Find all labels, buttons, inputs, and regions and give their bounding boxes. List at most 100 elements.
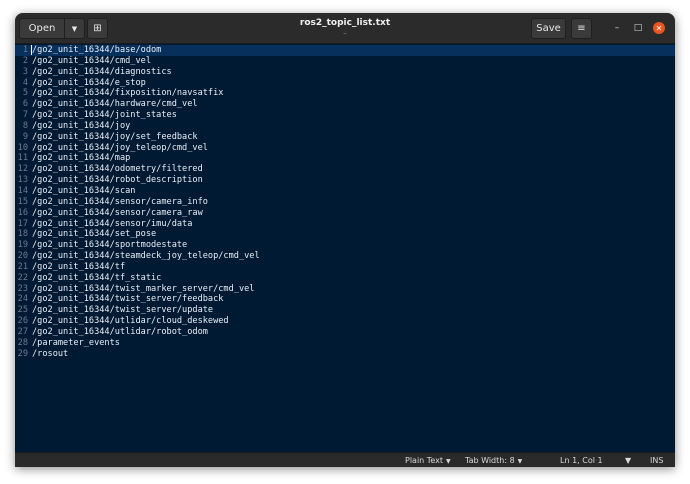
- header-bar: Open ▼ ⊞ ros2_topic_list.txt _ Save ≡ – …: [15, 13, 675, 44]
- line-text: /go2_unit_16344/sensor/camera_raw: [32, 207, 203, 218]
- text-line[interactable]: 14/go2_unit_16344/scan: [15, 186, 675, 197]
- tab-width-selector[interactable]: Tab Width: 8 ▼: [465, 455, 522, 467]
- text-line[interactable]: 4/go2_unit_16344/e_stop: [15, 78, 675, 89]
- line-number: 6: [22, 99, 28, 110]
- text-line[interactable]: 24/go2_unit_16344/twist_server/feedback: [15, 294, 675, 305]
- line-number: 26: [17, 316, 28, 327]
- line-text: /go2_unit_16344/sensor/imu/data: [32, 218, 193, 229]
- line-number: 14: [17, 185, 28, 196]
- status-bar: Plain Text ▼ Tab Width: 8 ▼ Ln 1, Col 1 ▼ …: [15, 452, 675, 467]
- position-dropdown-icon[interactable]: ▼: [625, 455, 631, 466]
- line-number: 10: [17, 142, 28, 153]
- line-text: /go2_unit_16344/map: [32, 153, 131, 164]
- text-lines[interactable]: 1/go2_unit_16344/base/odom 2/go2_unit_163…: [15, 45, 675, 359]
- text-line[interactable]: 6/go2_unit_16344/hardware/cmd_vel: [15, 99, 675, 110]
- line-text: /go2_unit_16344/odometry/filtered: [32, 164, 203, 175]
- line-text: /go2_unit_16344/twist_server/update: [32, 305, 214, 316]
- line-text: /go2_unit_16344/fixposition/navsatfix: [32, 88, 224, 99]
- line-text: /go2_unit_16344/joy: [32, 120, 131, 131]
- line-text: /go2_unit_16344/joy/set_feedback: [32, 131, 198, 142]
- text-line[interactable]: 26/go2_unit_16344/utlidar/cloud_deskewed: [15, 316, 675, 327]
- text-line[interactable]: 11/go2_unit_16344/map: [15, 153, 675, 164]
- line-number: 8: [22, 120, 28, 131]
- text-line[interactable]: 29/rosout: [15, 349, 675, 360]
- line-text: /go2_unit_16344/diagnostics: [32, 66, 172, 77]
- text-line[interactable]: 2/go2_unit_16344/cmd_vel: [15, 56, 675, 67]
- open-button[interactable]: Open: [19, 18, 65, 39]
- line-number: 22: [17, 272, 28, 283]
- hamburger-menu-icon[interactable]: ≡: [571, 18, 592, 39]
- text-line[interactable]: 21/go2_unit_16344/tf: [15, 262, 675, 273]
- line-text: /go2_unit_16344/twist_server/feedback: [32, 294, 224, 305]
- line-text: /go2_unit_16344/base/odom: [32, 45, 162, 55]
- text-line[interactable]: 7/go2_unit_16344/joint_states: [15, 110, 675, 121]
- text-line[interactable]: 16/go2_unit_16344/sensor/camera_raw: [15, 208, 675, 219]
- text-line[interactable]: 27/go2_unit_16344/utlidar/robot_odom: [15, 327, 675, 338]
- close-icon[interactable]: ✕: [653, 22, 665, 34]
- chevron-down-icon: ▼: [517, 458, 523, 465]
- maximize-icon[interactable]: □: [632, 22, 644, 34]
- line-text: /go2_unit_16344/set_pose: [32, 229, 157, 240]
- line-text: /go2_unit_16344/steamdeck_joy_teleop/cmd…: [32, 251, 260, 262]
- gedit-window: Open ▼ ⊞ ros2_topic_list.txt _ Save ≡ – …: [15, 13, 675, 467]
- line-text: /go2_unit_16344/sportmodestate: [32, 240, 188, 251]
- line-number: 11: [17, 153, 28, 164]
- language-selector[interactable]: Plain Text ▼: [405, 455, 451, 467]
- text-line[interactable]: 23/go2_unit_16344/twist_marker_server/cm…: [15, 284, 675, 295]
- line-number: 2: [22, 55, 28, 66]
- line-text: /go2_unit_16344/tf_static: [32, 272, 162, 283]
- text-line[interactable]: 19/go2_unit_16344/sportmodestate: [15, 240, 675, 251]
- line-number: 28: [17, 337, 28, 348]
- insert-mode-indicator: INS: [650, 456, 664, 465]
- line-number: 13: [17, 175, 28, 186]
- text-editor-area[interactable]: 1/go2_unit_16344/base/odom 2/go2_unit_163…: [15, 44, 675, 452]
- text-line[interactable]: 17/go2_unit_16344/sensor/imu/data: [15, 219, 675, 230]
- minimize-icon[interactable]: –: [611, 22, 623, 34]
- line-number: 1: [22, 45, 28, 55]
- text-line[interactable]: 5/go2_unit_16344/fixposition/navsatfix: [15, 88, 675, 99]
- text-line[interactable]: 13/go2_unit_16344/robot_description: [15, 175, 675, 186]
- line-number: 12: [17, 164, 28, 175]
- line-text: /go2_unit_16344/cmd_vel: [32, 55, 151, 66]
- line-text: /go2_unit_16344/utlidar/cloud_deskewed: [32, 316, 229, 327]
- save-button[interactable]: Save: [531, 18, 566, 39]
- line-text: /go2_unit_16344/robot_description: [32, 175, 203, 186]
- line-text: /rosout: [32, 348, 69, 359]
- line-number: 7: [22, 110, 28, 121]
- line-number: 21: [17, 261, 28, 272]
- text-cursor: [31, 45, 32, 55]
- cursor-position[interactable]: Ln 1, Col 1: [560, 455, 603, 466]
- line-number: 5: [22, 88, 28, 99]
- text-line[interactable]: 3/go2_unit_16344/diagnostics: [15, 67, 675, 78]
- text-line[interactable]: 9/go2_unit_16344/joy/set_feedback: [15, 132, 675, 143]
- open-dropdown-button[interactable]: ▼: [64, 18, 85, 39]
- line-text: /go2_unit_16344/hardware/cmd_vel: [32, 99, 198, 110]
- line-text: /go2_unit_16344/utlidar/robot_odom: [32, 326, 208, 337]
- line-number: 23: [17, 283, 28, 294]
- tab-width-label: Tab Width: 8: [465, 456, 515, 465]
- line-number: 25: [17, 305, 28, 316]
- line-number: 17: [17, 218, 28, 229]
- new-tab-icon[interactable]: ⊞: [87, 18, 108, 39]
- line-number: 9: [22, 131, 28, 142]
- line-text: /go2_unit_16344/tf: [32, 261, 126, 272]
- line-text: /go2_unit_16344/joint_states: [32, 110, 177, 121]
- chevron-down-icon: ▼: [445, 458, 451, 465]
- line-number: 29: [17, 348, 28, 359]
- text-line[interactable]: 10/go2_unit_16344/joy_teleop/cmd_vel: [15, 143, 675, 154]
- text-line[interactable]: 25/go2_unit_16344/twist_server/update: [15, 305, 675, 316]
- line-number: 27: [17, 326, 28, 337]
- line-text: /go2_unit_16344/e_stop: [32, 77, 146, 88]
- window-subtitle: _: [343, 27, 347, 34]
- text-line[interactable]: 12/go2_unit_16344/odometry/filtered: [15, 164, 675, 175]
- text-line[interactable]: 15/go2_unit_16344/sensor/camera_info: [15, 197, 675, 208]
- text-line[interactable]: 28/parameter_events: [15, 338, 675, 349]
- text-line[interactable]: 18/go2_unit_16344/set_pose: [15, 229, 675, 240]
- line-number: 18: [17, 229, 28, 240]
- text-line[interactable]: 22/go2_unit_16344/tf_static: [15, 273, 675, 284]
- text-line[interactable]: 20/go2_unit_16344/steamdeck_joy_teleop/c…: [15, 251, 675, 262]
- text-line[interactable]: 8/go2_unit_16344/joy: [15, 121, 675, 132]
- text-line[interactable]: 1/go2_unit_16344/base/odom: [15, 45, 675, 56]
- language-label: Plain Text: [405, 456, 443, 465]
- line-text: /go2_unit_16344/scan: [32, 185, 136, 196]
